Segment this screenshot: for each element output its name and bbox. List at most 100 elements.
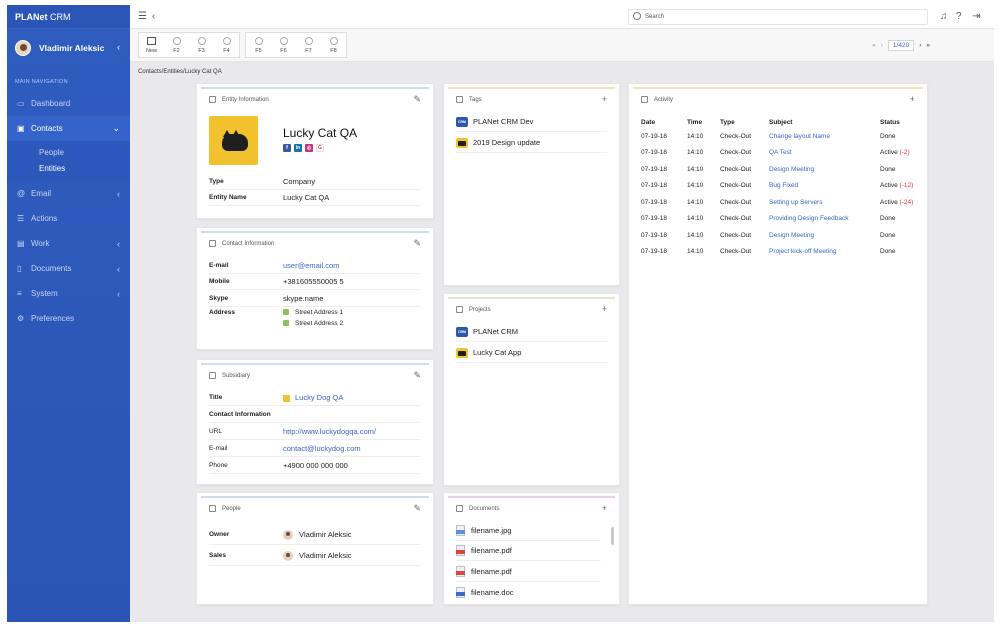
brand-logo[interactable]: PLANet CRM — [7, 5, 130, 29]
url-link[interactable]: http://www.luckydogqa.com/ — [283, 427, 376, 436]
column-header[interactable]: Type — [720, 116, 769, 128]
table-row[interactable]: 07-19-18 14:10 Check-Out Design Meeting Done — [641, 161, 917, 178]
sidebar-item-people[interactable]: People — [39, 145, 130, 161]
entity-info-card: Entity Information ✎ Lucky Cat QA f in ◎… — [196, 83, 434, 219]
project-item[interactable]: Lucky Cat App — [456, 343, 607, 363]
address-line[interactable]: Street Address 1 — [283, 309, 343, 316]
add-icon[interactable]: + — [910, 94, 915, 104]
f5-button[interactable]: F5 — [246, 33, 271, 57]
sidebar-item-dashboard[interactable]: ▭ Dashboard — [7, 91, 130, 116]
add-icon[interactable]: + — [602, 94, 607, 104]
add-icon[interactable]: + — [602, 503, 607, 513]
cell-status: Done — [880, 244, 917, 261]
hamburger-icon[interactable]: ☰ — [138, 11, 147, 22]
user-profile[interactable]: Vladimir Aleksic ‹ — [7, 29, 130, 67]
cell-subject[interactable]: Project kick-off Meeting — [769, 244, 880, 261]
google-icon[interactable]: G — [316, 144, 324, 152]
instagram-icon[interactable]: ◎ — [305, 144, 313, 152]
column-header[interactable]: Status — [880, 116, 917, 128]
field-label: Skype — [209, 295, 229, 302]
f6-button[interactable]: F6 — [271, 33, 296, 57]
f4-button[interactable]: F4 — [214, 33, 239, 57]
new-button[interactable]: New — [139, 33, 164, 57]
table-row[interactable]: 07-19-18 14:10 Check-Out QA Test Active (-2) — [641, 145, 917, 162]
facebook-icon[interactable]: f — [283, 144, 291, 152]
edit-icon — [147, 36, 156, 45]
document-item[interactable]: filename.jpg — [456, 521, 601, 541]
first-page-icon[interactable]: « — [872, 42, 876, 49]
page-indicator[interactable]: 1/420 — [887, 40, 915, 51]
column-header[interactable]: Date — [641, 116, 687, 128]
field-label: Address — [209, 309, 236, 316]
f2-button[interactable]: F2 — [164, 33, 189, 57]
pencil-icon[interactable]: ✎ — [413, 503, 421, 514]
document-item[interactable]: filename.doc — [456, 582, 601, 602]
person-name[interactable]: Vladimir Aleksic — [299, 530, 352, 539]
search-input[interactable]: Search — [628, 9, 928, 25]
tag-item[interactable]: CRM PLANet CRM Dev — [456, 112, 607, 132]
person-name[interactable]: Vladimir Aleksic — [299, 551, 352, 560]
pencil-icon[interactable]: ✎ — [413, 94, 421, 105]
cell-subject[interactable]: QA Test — [769, 145, 880, 162]
email-link[interactable]: contact@luckydog.com — [283, 444, 361, 453]
cell-subject[interactable]: Setting up Servers — [769, 194, 880, 211]
sidebar-item-system[interactable]: ≡ System ‹ — [7, 281, 130, 306]
toolbar-group-2: F5 F6 F7 F8 — [245, 32, 347, 58]
cell-date: 07-19-18 — [641, 215, 668, 223]
f3-button[interactable]: F3 — [189, 33, 214, 57]
table-row[interactable]: 07-19-18 14:10 Check-Out Design Meeting Done — [641, 227, 917, 244]
person-icon — [641, 96, 648, 103]
help-icon[interactable]: ? — [956, 11, 962, 22]
cell-type: Check-Out — [720, 215, 752, 223]
sidebar-item-actions[interactable]: ☰ Actions — [7, 206, 130, 231]
pencil-icon[interactable]: ✎ — [413, 238, 421, 249]
add-icon[interactable]: + — [602, 304, 607, 314]
sidebar-item-work[interactable]: ▤ Work ‹ — [7, 231, 130, 256]
document-item[interactable]: filename.pdf — [456, 541, 601, 561]
logout-icon[interactable]: ⇥ — [972, 11, 980, 22]
chevron-left-icon[interactable]: ‹ — [152, 11, 155, 22]
bell-icon[interactable]: ♫ — [940, 11, 948, 22]
f8-button[interactable]: F8 — [321, 33, 346, 57]
column-header[interactable]: Time — [687, 116, 720, 128]
pencil-icon[interactable]: ✎ — [413, 370, 421, 381]
card-title: People — [222, 505, 241, 512]
document-item[interactable]: filename.pdf — [456, 562, 601, 582]
type-row: Type Company — [209, 174, 421, 190]
sidebar-item-contacts[interactable]: ▣ Contacts ⌄ — [7, 116, 130, 141]
cell-subject[interactable]: Design Meeting — [769, 227, 880, 244]
card-title: Documents — [469, 505, 500, 512]
sidebar-item-documents[interactable]: ▯ Documents ‹ — [7, 256, 130, 281]
field-label: Type — [209, 178, 224, 185]
chevron-left-icon: ‹ — [117, 188, 120, 199]
next-page-icon[interactable]: › — [919, 42, 921, 49]
chevron-left-icon[interactable]: ‹ — [117, 42, 120, 52]
cell-subject[interactable]: Providing Design Feedback — [769, 211, 880, 228]
cell-subject[interactable]: Change layout Name — [769, 128, 880, 145]
tag-item[interactable]: 2019 Design update — [456, 133, 607, 153]
cell-status: Active (-2) — [880, 145, 917, 162]
f7-button[interactable]: F7 — [296, 33, 321, 57]
table-row[interactable]: 07-19-18 14:10 Check-Out Change layout Name… — [641, 128, 917, 145]
table-row[interactable]: 07-19-18 14:10 Check-Out Project kick-off M… — [641, 244, 917, 261]
table-row[interactable]: 07-19-18 14:10 Check-Out Setting up Servers… — [641, 194, 917, 211]
project-label: Lucky Cat App — [473, 348, 522, 357]
email-link[interactable]: user@email.com — [283, 261, 339, 270]
avatar — [15, 40, 31, 56]
prev-page-icon[interactable]: ‹ — [881, 42, 883, 49]
column-header[interactable]: Subject — [769, 116, 880, 128]
sidebar-item-email[interactable]: @ Email ‹ — [7, 181, 130, 206]
cell-subject[interactable]: Design Meeting — [769, 161, 880, 178]
cell-subject[interactable]: Bug Fixed — [769, 178, 880, 195]
last-page-icon[interactable]: » — [926, 42, 930, 49]
linkedin-icon[interactable]: in — [294, 144, 302, 152]
table-row[interactable]: 07-19-18 14:10 Check-Out Providing Design F… — [641, 211, 917, 228]
sidebar-item-preferences[interactable]: ⚙ Preferences — [7, 306, 130, 331]
scrollbar[interactable] — [611, 527, 614, 545]
word-file-icon — [456, 586, 465, 598]
subsidiary-link[interactable]: Lucky Dog QA — [283, 393, 343, 402]
project-item[interactable]: CRM PLANet CRM — [456, 322, 607, 342]
address-line[interactable]: Street Address 2 — [283, 320, 343, 327]
table-row[interactable]: 07-19-18 14:10 Check-Out Bug Fixed Active (-… — [641, 178, 917, 195]
sidebar-item-entities[interactable]: Entities — [39, 161, 130, 177]
